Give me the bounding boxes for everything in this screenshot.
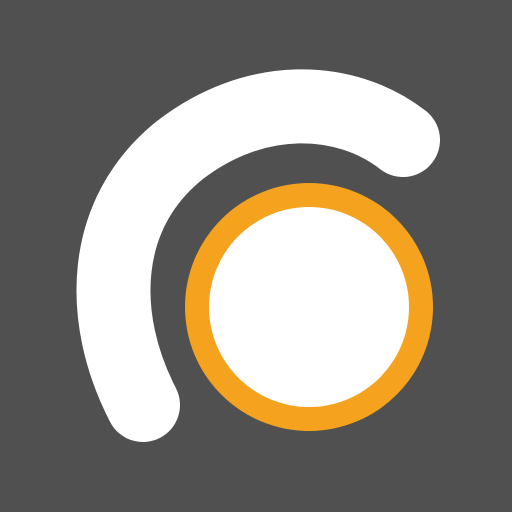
app-logo-icon [0, 0, 512, 512]
ring-core [209, 207, 409, 407]
app-logo [0, 0, 512, 512]
